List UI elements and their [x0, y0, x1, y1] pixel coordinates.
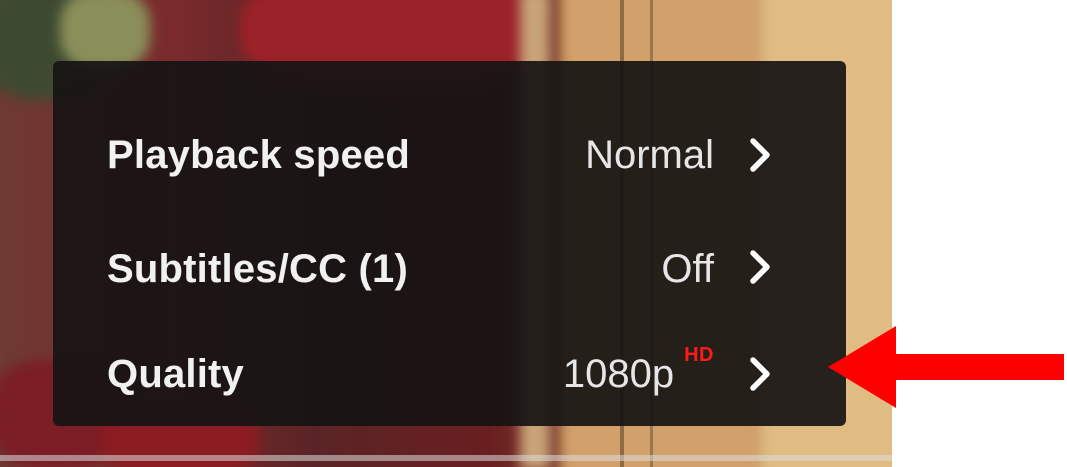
menu-item-label: Subtitles/CC (1) [107, 247, 408, 291]
red-arrow-icon [826, 324, 1066, 410]
quality-value: 1080p [562, 352, 675, 396]
screenshot-stage: Playback speed Normal Subtitles/CC (1) O… [0, 0, 1067, 467]
menu-item-value: Normal [585, 133, 714, 178]
menu-item-subtitles[interactable]: Subtitles/CC (1) Off [53, 209, 846, 322]
subtitles-value: Off [661, 247, 714, 291]
settings-menu: Playback speed Normal Subtitles/CC (1) O… [53, 61, 846, 426]
progress-bar[interactable] [0, 455, 892, 461]
menu-item-quality[interactable]: Quality 1080p HD [53, 322, 846, 435]
chevron-right-icon [746, 135, 774, 175]
menu-item-value: 1080p HD [562, 344, 714, 397]
menu-item-value: Off [661, 247, 714, 292]
chevron-right-icon [746, 247, 774, 287]
menu-item-label: Playback speed [107, 133, 410, 177]
playback-speed-value: Normal [585, 133, 714, 177]
hd-badge: HD [684, 344, 714, 366]
menu-item-playback-speed[interactable]: Playback speed Normal [53, 89, 846, 209]
chevron-right-icon [746, 354, 774, 394]
menu-item-label: Quality [107, 352, 244, 396]
video-background-shape [60, 0, 150, 70]
